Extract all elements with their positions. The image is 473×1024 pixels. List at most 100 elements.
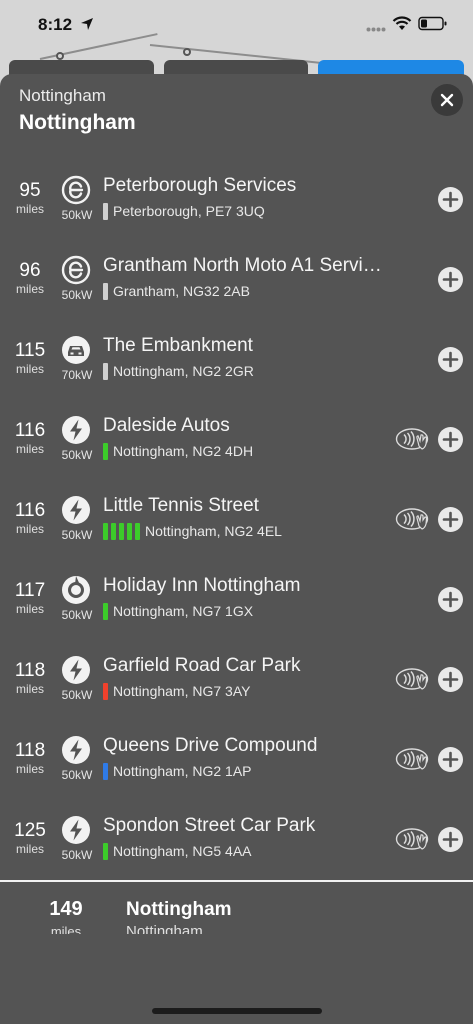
availability-bar	[103, 362, 108, 380]
station-address: Peterborough, PE7 3UQ	[113, 203, 265, 219]
station-distance-unit: miles	[15, 682, 44, 696]
contactless-payment-icon	[395, 826, 433, 852]
station-status: Nottingham, NG2 1AP	[103, 762, 252, 780]
battery-icon	[418, 16, 447, 31]
availability-bar	[127, 522, 132, 540]
availability-bars	[103, 362, 108, 380]
station-name: Grantham North Moto A1 Services	[103, 255, 388, 276]
availability-bar	[135, 522, 140, 540]
station-distance: 116	[14, 500, 46, 521]
station-row[interactable]: 95 miles 50kW Peterborough Services Pete…	[0, 160, 473, 240]
contactless-payment-icon	[395, 666, 433, 692]
station-row[interactable]: 116 miles 50kW Daleside Autos Nottingham…	[0, 400, 473, 480]
station-distance-unit: miles	[15, 522, 44, 536]
sheet-subtitle: Nottingham	[19, 86, 106, 105]
station-power: 50kW	[61, 208, 93, 222]
plus-circle-icon	[438, 747, 463, 772]
station-power: 50kW	[61, 448, 93, 462]
station-distance: 118	[14, 660, 46, 681]
add-stop-button[interactable]	[438, 747, 463, 772]
station-status: Nottingham, NG2 4DH	[103, 442, 253, 460]
station-name: Garfield Road Car Park	[103, 655, 301, 676]
availability-bars	[103, 602, 108, 620]
availability-bar	[103, 842, 108, 860]
availability-bar	[111, 522, 116, 540]
station-distance: 125	[14, 820, 46, 841]
destination-row[interactable]: 149 miles Nottingham Nottingham	[0, 882, 473, 934]
station-row[interactable]: 115 miles 70kW The Embankment Nottingham…	[0, 320, 473, 400]
station-row[interactable]: 125 miles 50kW Spondon Street Car Park N…	[0, 800, 473, 880]
station-row[interactable]: 118 miles 50kW Queens Drive Compound Not…	[0, 720, 473, 800]
station-power: 50kW	[61, 848, 93, 862]
station-status: Nottingham, NG2 2GR	[103, 362, 254, 380]
availability-bars	[103, 282, 108, 300]
station-address: Nottingham, NG7 1GX	[113, 603, 254, 619]
cellular-dots-icon	[366, 27, 386, 32]
availability-bars	[103, 442, 108, 460]
station-status: Nottingham, NG2 4EL	[103, 522, 282, 540]
add-stop-button[interactable]	[438, 667, 463, 692]
station-row[interactable]: 116 miles 50kW Little Tennis Street Nott…	[0, 480, 473, 560]
availability-bar	[103, 602, 108, 620]
ring-logo-icon	[61, 575, 91, 605]
availability-bar	[103, 762, 108, 780]
plus-circle-icon	[438, 827, 463, 852]
station-distance-unit: miles	[15, 282, 44, 296]
station-address: Nottingham, NG7 3AY	[113, 683, 251, 699]
sheet-title: Nottingham	[19, 111, 136, 134]
contactless-payment-icon	[395, 506, 433, 532]
station-name: Little Tennis Street	[103, 495, 259, 516]
close-button[interactable]	[431, 84, 463, 116]
station-distance-unit: miles	[15, 602, 44, 616]
availability-bar	[103, 442, 108, 460]
station-distance-unit: miles	[15, 442, 44, 456]
home-indicator	[152, 1008, 322, 1014]
station-distance-unit: miles	[15, 842, 44, 856]
lightning-bolt-icon	[61, 655, 91, 685]
station-row[interactable]: 118 miles 50kW Garfield Road Car Park No…	[0, 640, 473, 720]
plus-circle-icon	[438, 347, 463, 372]
electric-highway-icon	[61, 175, 91, 205]
station-power: 50kW	[61, 528, 93, 542]
station-status: Grantham, NG32 2AB	[103, 282, 250, 300]
availability-bars	[103, 202, 108, 220]
station-distance-unit: miles	[15, 362, 44, 376]
status-bar: 8:12	[0, 0, 473, 50]
station-status: Peterborough, PE7 3UQ	[103, 202, 265, 220]
station-name: Queens Drive Compound	[103, 735, 318, 756]
add-stop-button[interactable]	[438, 507, 463, 532]
station-distance: 118	[14, 740, 46, 761]
station-row[interactable]: 117 miles 50kW Holiday Inn Nottingham No…	[0, 560, 473, 640]
station-name: Daleside Autos	[103, 415, 230, 436]
station-power: 70kW	[61, 368, 93, 382]
add-stop-button[interactable]	[438, 187, 463, 212]
station-address: Grantham, NG32 2AB	[113, 283, 250, 299]
station-distance-unit: miles	[15, 202, 44, 216]
add-stop-button[interactable]	[438, 267, 463, 292]
station-power: 50kW	[61, 688, 93, 702]
station-power: 50kW	[61, 608, 93, 622]
add-stop-button[interactable]	[438, 827, 463, 852]
station-distance: 115	[14, 340, 46, 361]
destination-subtitle: Nottingham	[126, 923, 203, 934]
add-stop-button[interactable]	[438, 427, 463, 452]
station-name: Spondon Street Car Park	[103, 815, 316, 836]
add-stop-button[interactable]	[438, 347, 463, 372]
contactless-payment-icon	[395, 746, 433, 772]
availability-bars	[103, 842, 108, 860]
availability-bar	[119, 522, 124, 540]
station-address: Nottingham, NG2 1AP	[113, 763, 252, 779]
station-row[interactable]: 96 miles 50kW Grantham North Moto A1 Ser…	[0, 240, 473, 320]
close-icon	[440, 93, 454, 107]
status-time: 8:12	[38, 15, 73, 34]
plus-circle-icon	[438, 187, 463, 212]
availability-bars	[103, 762, 108, 780]
station-power: 50kW	[61, 288, 93, 302]
add-stop-button[interactable]	[438, 587, 463, 612]
station-distance: 96	[19, 260, 41, 281]
station-address: Nottingham, NG2 4DH	[113, 443, 254, 459]
lightning-bolt-icon	[61, 815, 91, 845]
destination-distance-unit: miles	[50, 924, 82, 934]
plus-circle-icon	[438, 267, 463, 292]
availability-bar	[103, 682, 108, 700]
